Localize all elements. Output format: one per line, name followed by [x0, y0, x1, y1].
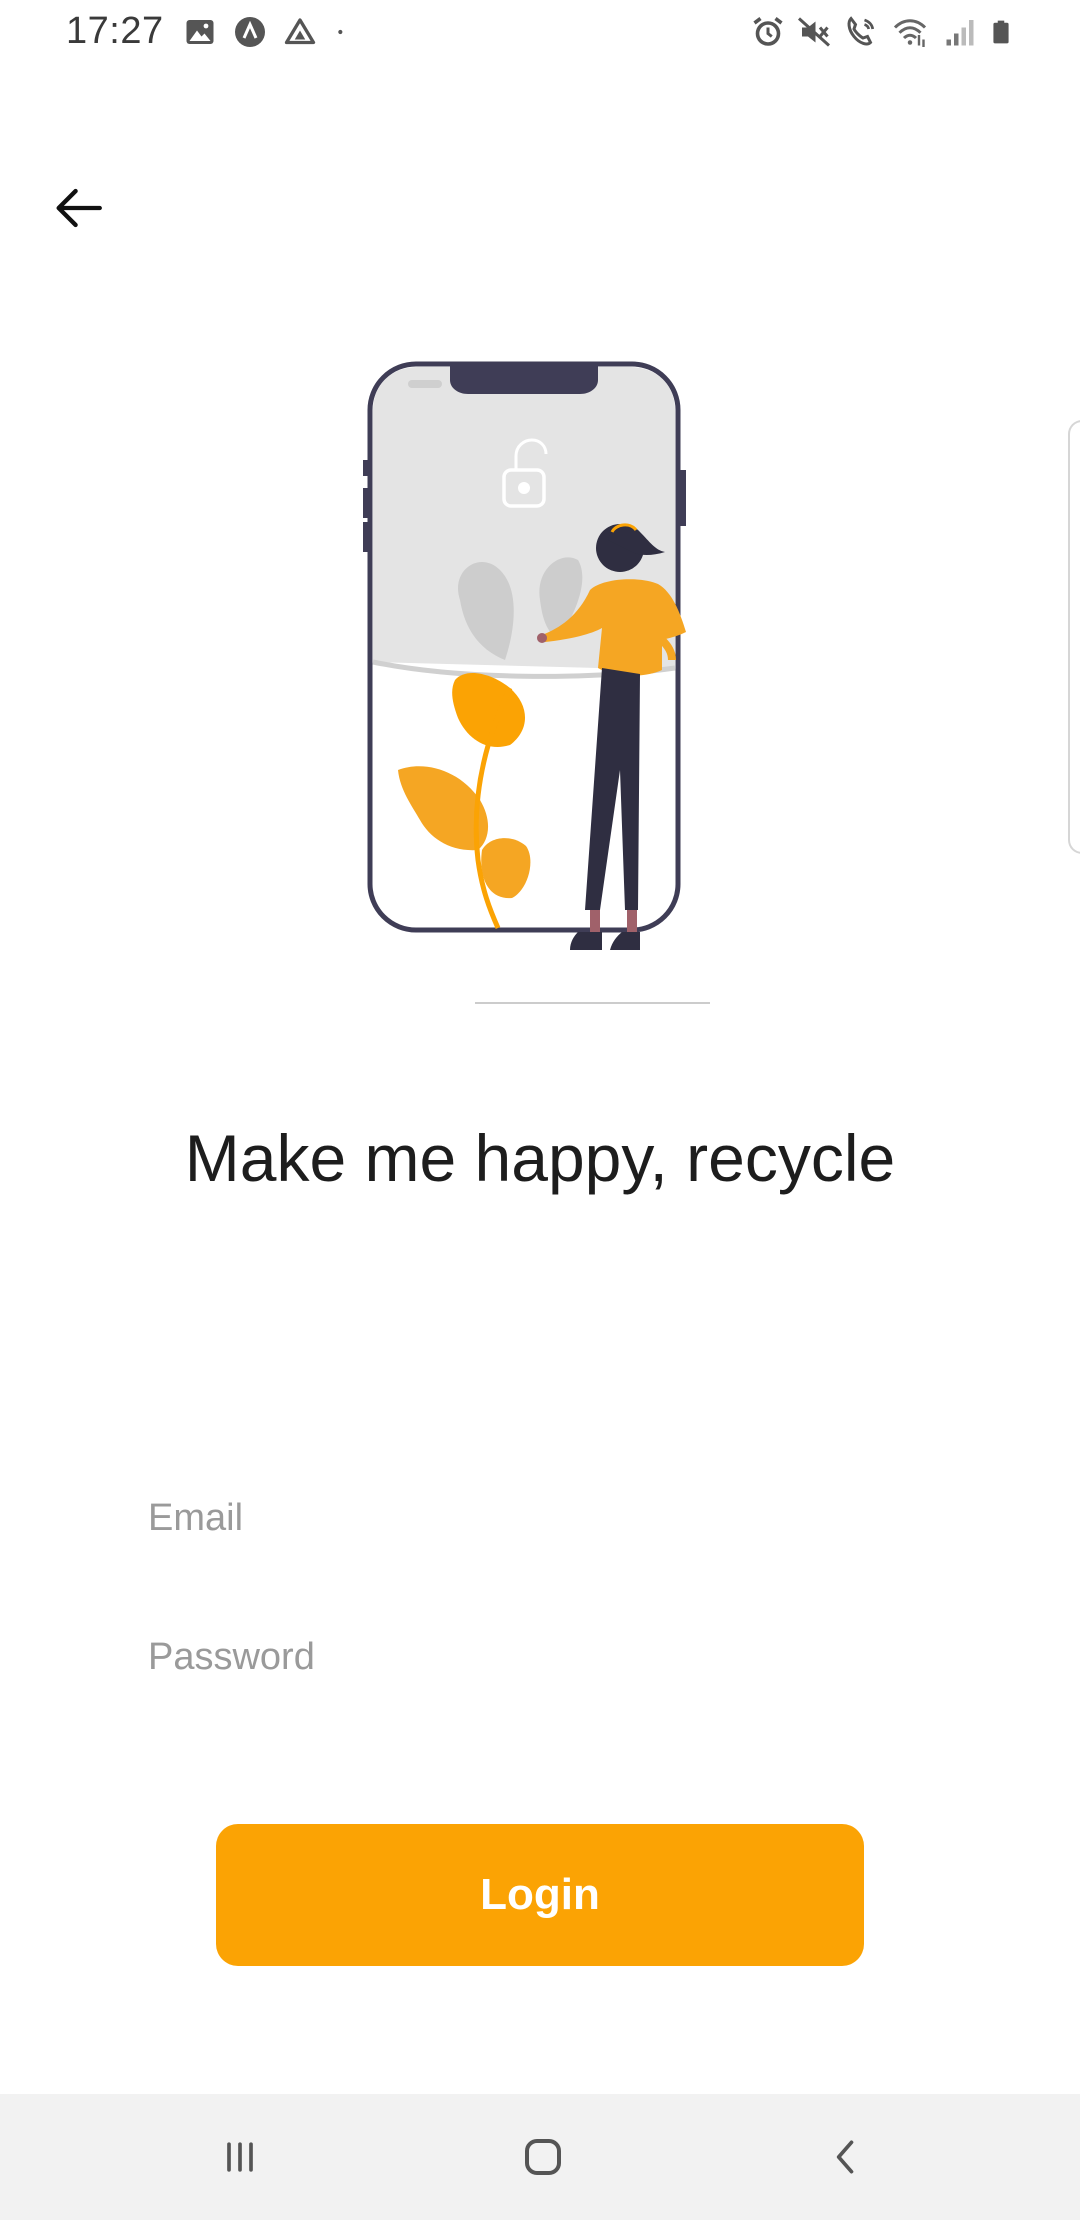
recents-button[interactable] [200, 2124, 280, 2190]
edge-panel-handle[interactable] [1068, 420, 1080, 854]
email-field[interactable] [148, 1473, 928, 1563]
phone-illustration [363, 361, 710, 1004]
login-button[interactable]: Login [216, 1824, 864, 1966]
status-time: 17:27 [66, 10, 164, 52]
battery-icon [993, 20, 1009, 44]
notification-icons [182, 14, 352, 50]
drive-icon [284, 18, 316, 45]
status-bar: 17:27 [0, 0, 1080, 64]
app-notification-icon [235, 17, 265, 47]
arrow-left-icon [56, 188, 102, 228]
system-nav-bar [0, 2094, 1080, 2220]
system-icons [750, 14, 1014, 50]
nav-back-button[interactable] [806, 2124, 886, 2190]
wifi-icon [893, 19, 927, 47]
gallery-icon [186, 20, 214, 44]
signal-icon [946, 20, 974, 46]
password-field[interactable] [148, 1612, 928, 1702]
back-icon [836, 2140, 854, 2174]
alarm-icon [753, 17, 783, 46]
home-icon [525, 2139, 561, 2175]
wifi-calling-icon [847, 16, 875, 46]
back-button[interactable] [36, 166, 120, 250]
page-title: Make me happy, recycle [184, 1121, 896, 1195]
home-button[interactable] [503, 2124, 583, 2190]
dot-icon [338, 29, 343, 35]
mute-icon [797, 17, 831, 47]
recents-icon [227, 2142, 253, 2172]
